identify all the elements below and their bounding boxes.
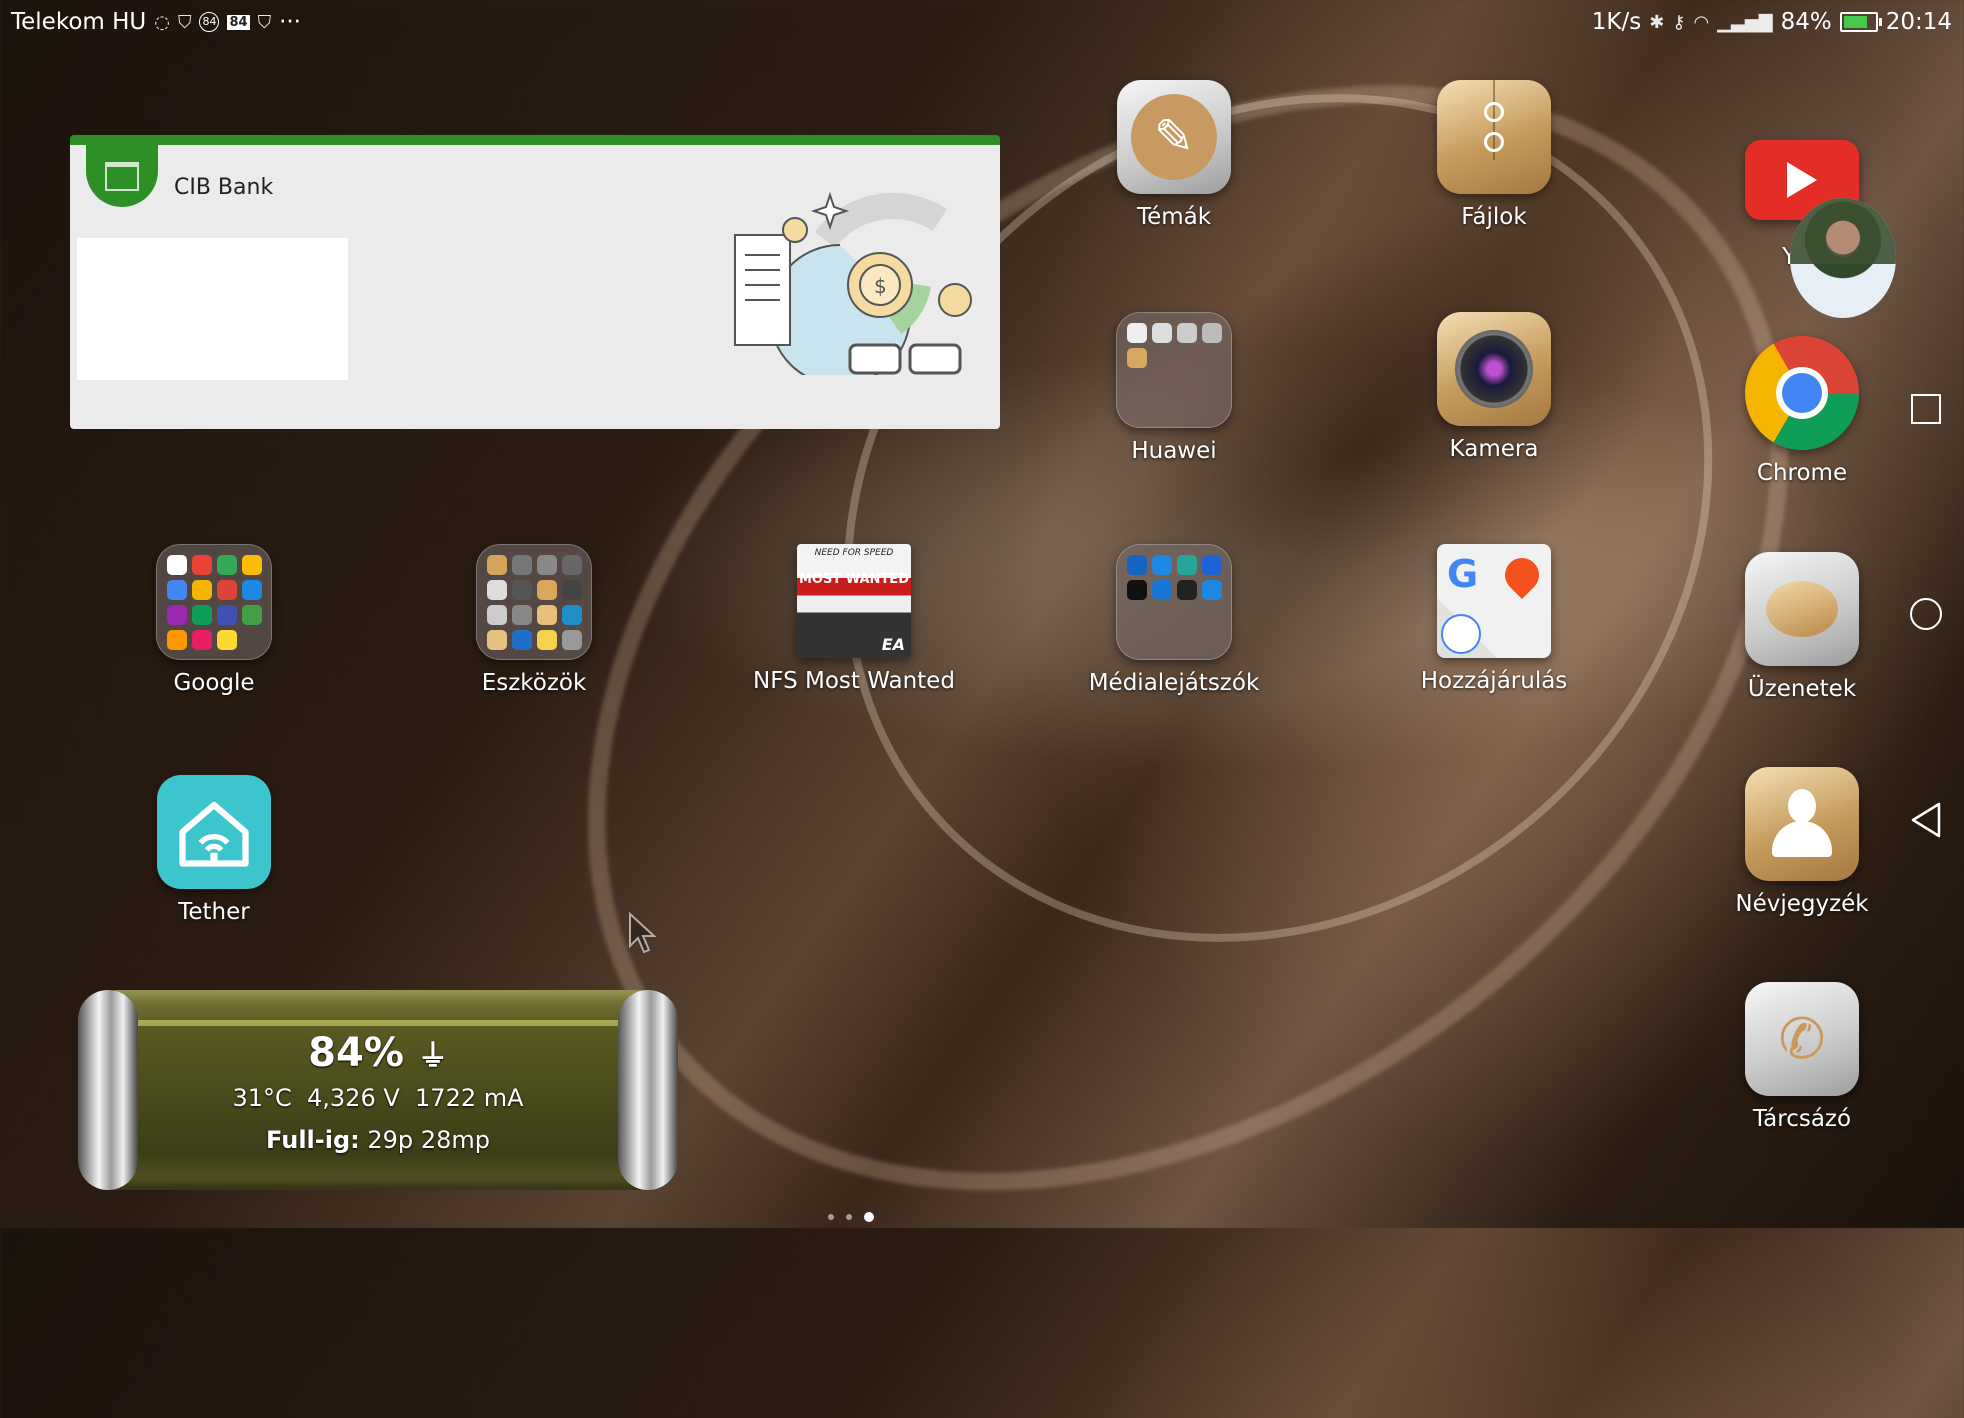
app-uzenetek[interactable]: Üzenetek: [1692, 552, 1912, 702]
back-button[interactable]: [1906, 800, 1946, 849]
app-nevjegyzek[interactable]: Névjegyzék: [1692, 767, 1912, 917]
battery-widget-percent: 84%: [308, 1030, 404, 1076]
app-label: Chrome: [1756, 460, 1848, 486]
tether-home-icon: [157, 775, 271, 889]
app-label: Médialejátszók: [1088, 670, 1260, 696]
folder-huawei[interactable]: Huawei: [1064, 312, 1284, 464]
app-label: Kamera: [1449, 436, 1539, 462]
app-chrome[interactable]: Chrome: [1692, 336, 1912, 486]
wifi-icon: ◠: [1693, 11, 1710, 33]
app-label: Google: [173, 670, 255, 696]
recent-apps-button[interactable]: [1906, 382, 1946, 436]
battery-liquid-line: [108, 1020, 648, 1026]
notification-badge: 84: [199, 12, 220, 32]
battery-icon: [1839, 12, 1882, 32]
files-icon: [1437, 80, 1551, 194]
folder-icon: [156, 544, 272, 660]
battery-stats-row: 31°C 4,326 V 1722 mA: [78, 1084, 678, 1112]
notification-square-badge: 84: [227, 14, 250, 30]
folder-icon: [1116, 312, 1232, 428]
carrier-label: Telekom HU: [11, 9, 147, 35]
app-temak[interactable]: ✎ Témák: [1064, 80, 1284, 230]
status-bar: Telekom HU ◌ ⛉ 84 84 ⛉ ··· 1K/s ✱ ⚷ ◠ ▁▃…: [0, 0, 1964, 46]
clock: 20:14: [1885, 9, 1952, 35]
app-label: Huawei: [1131, 438, 1217, 464]
nfs-game-icon: NEED FOR SPEED MOST WANTED EA: [797, 544, 911, 658]
google-maps-contribute-icon: G: [1437, 544, 1551, 658]
page-dot[interactable]: [846, 1214, 852, 1220]
svg-text:$: $: [874, 274, 887, 298]
folder-icon: [476, 544, 592, 660]
page-indicator: [828, 1212, 874, 1222]
battery-temp: 31°C: [232, 1084, 292, 1112]
home-button[interactable]: [1906, 592, 1946, 636]
full-time-value: 29p 28mp: [367, 1126, 490, 1154]
cell-signal-icon: ▁▃▅▇: [1717, 11, 1773, 33]
app-tether[interactable]: Tether: [104, 775, 324, 925]
folder-eszkozok[interactable]: Eszközök: [424, 544, 644, 696]
cib-bank-widget[interactable]: CIB Bank $: [70, 135, 1000, 429]
folder-google[interactable]: Google: [104, 544, 324, 696]
app-nfs-most-wanted[interactable]: NEED FOR SPEED MOST WANTED EA NFS Most W…: [744, 544, 964, 694]
app-label: NFS Most Wanted: [753, 668, 955, 694]
contacts-icon: [1745, 767, 1859, 881]
app-kamera[interactable]: Kamera: [1384, 312, 1604, 462]
nfs-art-line1: NEED FOR SPEED: [814, 548, 894, 558]
app-label: Névjegyzék: [1735, 891, 1869, 917]
folder-icon: [1116, 544, 1232, 660]
battery-percent: 84%: [1780, 9, 1832, 35]
battery-widget[interactable]: 84% ⏚ 31°C 4,326 V 1722 mA Full-ig: 29p …: [78, 990, 678, 1190]
app-label: Hozzájárulás: [1420, 668, 1568, 694]
full-time-label: Full-ig:: [266, 1126, 360, 1154]
app-label: Eszközök: [481, 670, 587, 696]
app-fajlok[interactable]: Fájlok: [1384, 80, 1604, 230]
themes-icon: ✎: [1117, 80, 1231, 194]
battery-percent-row: 84% ⏚: [78, 1030, 678, 1076]
app-label: Tether: [178, 899, 250, 925]
messenger-icon: ◌: [154, 11, 170, 33]
shield-check-icon: ⛉: [257, 11, 272, 33]
cib-bank-logo: [86, 145, 158, 207]
cib-bank-name: CIB Bank: [174, 175, 274, 200]
app-label: Üzenetek: [1747, 676, 1857, 702]
vpn-key-icon: ⚷: [1672, 11, 1686, 33]
battery-full-row: Full-ig: 29p 28mp: [78, 1126, 678, 1154]
page-dot[interactable]: [864, 1212, 874, 1222]
mouse-cursor-icon: [629, 912, 657, 954]
page-dot[interactable]: [828, 1214, 834, 1220]
app-label: Tárcsázó: [1752, 1106, 1852, 1132]
floating-avatar[interactable]: [1790, 198, 1896, 318]
battery-voltage: 4,326 V: [307, 1084, 400, 1112]
shield-icon: ⛉: [177, 11, 192, 33]
app-label: Témák: [1136, 204, 1212, 230]
cib-content-area: [77, 238, 348, 380]
folder-medialejatszok[interactable]: Médialejátszók: [1064, 544, 1284, 696]
bluetooth-icon: ✱: [1649, 11, 1665, 33]
charging-plug-icon: ⏚: [417, 1039, 448, 1074]
app-tarcsazo[interactable]: ✆ Tárcsázó: [1692, 982, 1912, 1132]
network-speed: 1K/s: [1591, 9, 1642, 35]
app-hozzajarulas[interactable]: G Hozzájárulás: [1384, 544, 1604, 694]
app-label: Fájlok: [1461, 204, 1527, 230]
chrome-icon: [1745, 336, 1859, 450]
messages-icon: [1745, 552, 1859, 666]
phone-icon: ✆: [1745, 982, 1859, 1096]
ea-logo: EA: [881, 635, 905, 654]
more-notifications-icon: ···: [279, 9, 301, 35]
battery-current: 1722 mA: [415, 1084, 524, 1112]
nfs-art-line2: MOST WANTED: [799, 572, 909, 587]
camera-icon: [1437, 312, 1551, 426]
finance-illustration: $: [734, 191, 972, 375]
